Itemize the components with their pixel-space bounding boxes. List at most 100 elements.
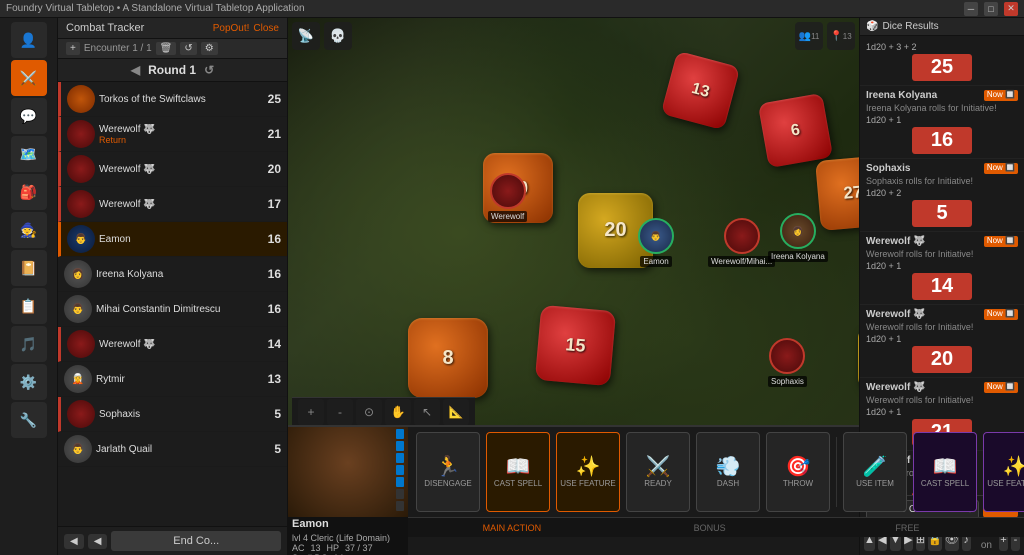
use-feature-icon: ✨ bbox=[576, 457, 601, 477]
combatant-name: Jarlath Quail bbox=[96, 444, 257, 455]
combatant-info: Werewolf 🐺 bbox=[99, 164, 257, 175]
avatar bbox=[67, 85, 95, 113]
combatant-row[interactable]: 👨 Mihai Constantin Dimitrescu 16 bbox=[58, 292, 287, 327]
token-circle[interactable] bbox=[724, 218, 760, 254]
settings-encounter-button[interactable]: ⚙ bbox=[201, 42, 218, 55]
dice-result-name: Werewolf 🐺 bbox=[866, 382, 926, 393]
prev-combatant-button[interactable]: ◀ bbox=[64, 534, 84, 549]
action-throw[interactable]: 🎯 throw bbox=[766, 432, 830, 512]
dice-total: 25 bbox=[912, 54, 972, 81]
sidebar-icon-combat[interactable]: ⚔️ bbox=[11, 60, 47, 96]
dice-result: Werewolf 🐺 Now 🔲 Werewolf rolls for Init… bbox=[860, 232, 1024, 305]
skull-icon[interactable]: 💀 bbox=[324, 22, 352, 50]
combatant-name: Werewolf 🐺 bbox=[99, 199, 257, 210]
action-ready[interactable]: ⚔️ ready bbox=[626, 432, 690, 512]
action-section-labels: MAIN ACTION BONUS FREE PASS bbox=[408, 517, 1024, 537]
sidebar-icon-journal[interactable]: 📔 bbox=[11, 250, 47, 286]
sidebar-icon-music[interactable]: 🎵 bbox=[11, 326, 47, 362]
action-disengage[interactable]: 🏃 disengage bbox=[416, 432, 480, 512]
hp-bar-segment bbox=[396, 429, 404, 439]
token-werewolf: Werewolf bbox=[488, 173, 527, 222]
end-combat-button[interactable]: End Co... bbox=[111, 531, 281, 551]
zoom-reset-button[interactable]: ⊙ bbox=[356, 399, 382, 425]
hp-bar-segment bbox=[396, 465, 404, 475]
pan-tool[interactable]: ✋ bbox=[385, 399, 411, 425]
token-werewolf2: Werewolf/Mihai... bbox=[708, 218, 775, 267]
action-cast-spell[interactable]: 📖 CAST SPELL bbox=[486, 432, 550, 512]
zoom-out-button[interactable]: - bbox=[327, 399, 353, 425]
sidebar-icon-items[interactable]: 🎒 bbox=[11, 174, 47, 210]
dice-total-container: 20 bbox=[866, 346, 1018, 373]
zoom-in-button[interactable]: + bbox=[298, 399, 324, 425]
combatant-info: Rytmir bbox=[96, 374, 257, 385]
combat-tracker-panel: Combat Tracker PopOut! Close + Encounter… bbox=[58, 18, 288, 555]
action-use-feature-bonus[interactable]: ✨ USE FEATURE bbox=[983, 432, 1024, 512]
app-title: Foundry Virtual Tabletop • A Standalone … bbox=[6, 3, 305, 14]
combatant-row[interactable]: Werewolf 🐺 14 bbox=[58, 327, 287, 362]
map-pin-icon[interactable]: 📍13 bbox=[827, 22, 855, 50]
delete-encounter-button[interactable]: 🗑 bbox=[156, 42, 177, 55]
use-item-icon: 🧪 bbox=[863, 457, 888, 477]
token-label: Werewolf bbox=[488, 211, 527, 222]
dice-result: Ireena Kolyana Now 🔲 Ireena Kolyana roll… bbox=[860, 86, 1024, 159]
prev-round-button[interactable]: ◀ bbox=[131, 63, 140, 77]
sidebar-icon-scenes[interactable]: 🗺️ bbox=[11, 136, 47, 172]
bluetooth-icon[interactable]: 📡 bbox=[292, 22, 320, 50]
close-button[interactable]: ✕ bbox=[1004, 2, 1018, 16]
next-round-button[interactable]: ↺ bbox=[204, 63, 214, 77]
combatant-row[interactable]: Sophaxis 5 bbox=[58, 397, 287, 432]
measure-tool[interactable]: 📐 bbox=[443, 399, 469, 425]
sidebar-icon-macros[interactable]: 🔧 bbox=[11, 402, 47, 438]
combatant-name: Ireena Kolyana bbox=[96, 269, 257, 280]
sidebar-icon-user[interactable]: 👤 bbox=[11, 22, 47, 58]
select-tool[interactable]: ↖ bbox=[414, 399, 440, 425]
maximize-button[interactable]: □ bbox=[984, 2, 998, 16]
token-circle[interactable] bbox=[490, 173, 526, 209]
next-combatant-button[interactable]: ◀ bbox=[88, 534, 108, 549]
players-icon[interactable]: 👥11 bbox=[795, 22, 823, 50]
combatant-row[interactable]: Torkos of the Swiftclaws 25 bbox=[58, 82, 287, 117]
minimize-button[interactable]: ─ bbox=[964, 2, 978, 16]
combatant-row[interactable]: 👨 Jarlath Quail 5 bbox=[58, 432, 287, 467]
combatant-row[interactable]: 🧝 Rytmir 13 bbox=[58, 362, 287, 397]
action-cast-spell-bonus[interactable]: 📖 CAST SPELL bbox=[913, 432, 977, 512]
player-panel: Eamon lvl 4 Cleric (Life Domain) AC 13 H… bbox=[288, 425, 859, 555]
dice-total: 14 bbox=[912, 273, 972, 300]
combatant-row[interactable]: 👨 Eamon 16 bbox=[58, 222, 287, 257]
combatant-row[interactable]: Werewolf 🐺 17 bbox=[58, 187, 287, 222]
avatar: 👨 bbox=[67, 225, 95, 253]
action-use-feature[interactable]: ✨ USE FEATURE bbox=[556, 432, 620, 512]
dice-result-header: Werewolf 🐺 Now 🔲 bbox=[866, 309, 1018, 320]
dice-total-container: 16 bbox=[866, 127, 1018, 154]
action-dash[interactable]: 💨 dash bbox=[696, 432, 760, 512]
sidebar-icon-settings[interactable]: ⚙️ bbox=[11, 364, 47, 400]
token-circle[interactable]: 👩 bbox=[780, 213, 816, 249]
prev-encounter-button[interactable]: + bbox=[66, 42, 80, 55]
combatant-info: Eamon bbox=[99, 234, 257, 245]
combatant-row[interactable]: 👩 Ireena Kolyana 16 bbox=[58, 257, 287, 292]
hp-label: HP bbox=[327, 543, 340, 553]
dash-icon: 💨 bbox=[716, 457, 741, 477]
action-use-item[interactable]: 🧪 USE ITEM bbox=[843, 432, 907, 512]
action-label: USE FEATURE bbox=[987, 479, 1024, 488]
popup-button[interactable]: PopOut! bbox=[213, 23, 250, 34]
dice-total: 20 bbox=[912, 346, 972, 373]
sidebar-icon-chat[interactable]: 💬 bbox=[11, 98, 47, 134]
cast-spell-icon: 📖 bbox=[506, 457, 531, 477]
sidebar-icon-tables[interactable]: 📋 bbox=[11, 288, 47, 324]
map-bottom-controls: + - ⊙ ✋ ↖ 📐 bbox=[292, 397, 475, 425]
reset-encounter-button[interactable]: ↺ bbox=[180, 42, 196, 55]
throw-icon: 🎯 bbox=[786, 457, 811, 477]
dice-total-container: 5 bbox=[866, 200, 1018, 227]
cast-spell-bonus-icon: 📖 bbox=[933, 457, 958, 477]
combat-bottom-controls: ◀ ◀ End Co... bbox=[58, 526, 287, 555]
sidebar-icon-actors[interactable]: 🧙 bbox=[11, 212, 47, 248]
window-controls: ─ □ ✕ bbox=[964, 2, 1018, 16]
token-label: Eamon bbox=[640, 256, 671, 267]
combatant-row[interactable]: Werewolf 🐺 Return 21 bbox=[58, 117, 287, 152]
token-circle[interactable] bbox=[769, 338, 805, 374]
close-combat-button[interactable]: Close bbox=[253, 23, 279, 34]
new-badge: Now 🔲 bbox=[984, 236, 1018, 247]
token-circle[interactable]: 👨 bbox=[638, 218, 674, 254]
combatant-row[interactable]: Werewolf 🐺 20 bbox=[58, 152, 287, 187]
